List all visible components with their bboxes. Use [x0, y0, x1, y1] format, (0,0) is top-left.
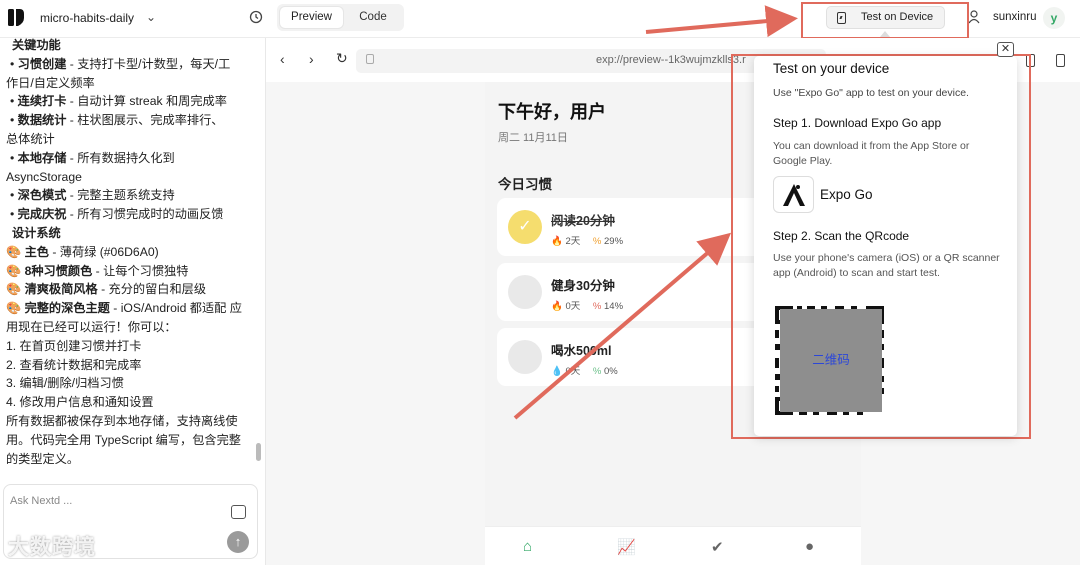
chat-line: 1. 在首页创建习惯并打卡 [6, 338, 142, 353]
chevron-down-icon[interactable]: ⌄ [146, 10, 156, 24]
app-tab-bar: ⌂ 📈 ✔ ● [485, 526, 861, 565]
tab-stats-icon[interactable]: 📈 [617, 538, 636, 556]
habit-streak: 0天 [565, 301, 581, 312]
step1-title: Step 1. Download Expo Go app [773, 116, 942, 130]
scrollbar[interactable] [256, 443, 261, 461]
project-name[interactable]: micro-habits-daily [40, 11, 134, 25]
habit-stats: 🔥 0天 % 14% [551, 298, 623, 312]
history-icon[interactable] [249, 10, 263, 24]
user-name[interactable]: sunxinru [993, 11, 1036, 23]
chat-line: • 本地存储 - 所有数据持久化到 [10, 150, 175, 165]
chat-line: 用现在已经可以运行！你可以： [6, 320, 177, 334]
chat-line: 4. 修改用户信息和通知设置 [6, 395, 154, 410]
reload-icon[interactable]: ↻ [336, 50, 348, 67]
chat-line: 作日/自定义频率 [6, 75, 95, 90]
tab-preview[interactable]: Preview [280, 7, 343, 28]
expo-go-icon[interactable] [773, 176, 814, 213]
chat-line: • 完成庆祝 - 所有习惯完成时的动画反馈 [10, 207, 224, 222]
percent-icon: % [592, 236, 602, 247]
flame-icon: 🔥 [551, 301, 563, 312]
step2-description: Use your phone's camera (iOS) or a QR sc… [773, 252, 1000, 279]
habit-streak: 2天 [565, 236, 581, 247]
habit-card[interactable]: ✓ 阅读20分钟 🔥 2天 % 29% [497, 198, 767, 256]
percent-icon: % [592, 301, 602, 312]
watermark: 大数跨境 [8, 536, 96, 559]
chat-line: 关键功能 [12, 38, 61, 52]
back-arrow-icon[interactable]: ‹ [280, 51, 285, 67]
chat-line: • 习惯创建 - 支持打卡型/计数型，每天/工 [10, 56, 231, 71]
habit-name: 阅读20分钟 [551, 214, 615, 228]
send-button[interactable]: ↑ [227, 531, 249, 553]
url-text: exp://preview--1k3wujmzklls3.r [596, 54, 746, 66]
chat-line: 🎨 清爽极简风格 - 充分的留白和层级 [6, 282, 207, 297]
qr-placeholder-label: 二维码 [780, 309, 882, 412]
popup-subtitle: Use "Expo Go" app to test on your device… [773, 87, 969, 99]
habit-streak: 0天 [565, 366, 581, 377]
chat-line: 🎨 主色 - 薄荷绿 (#06D6A0) [6, 244, 159, 259]
expo-go-name[interactable]: Expo Go [820, 187, 873, 202]
habit-name: 健身30分钟 [551, 279, 615, 293]
chat-line: 3. 编辑/删除/归档习惯 [6, 376, 124, 391]
habit-check-circle[interactable] [508, 340, 542, 374]
tab-check-icon[interactable]: ✔ [711, 538, 724, 556]
section-title: 今日习惯 [498, 177, 552, 192]
tab-home-icon[interactable]: ⌂ [523, 538, 532, 555]
tab-code[interactable]: Code [349, 7, 397, 28]
annotation-highlight-box [801, 2, 969, 39]
habit-stats: 💧 0天 % 0% [551, 363, 618, 377]
habit-rate: 0% [604, 366, 618, 377]
chat-line: 2. 查看统计数据和完成率 [6, 357, 142, 372]
chat-line: 所有数据都被保存到本地存储，支持离线使 [6, 414, 238, 428]
check-icon[interactable]: ✓ [508, 210, 542, 244]
chat-line: 🎨 完整的深色主题 - iOS/Android 都适配 应 [6, 301, 242, 316]
qr-code: 二维码 [773, 304, 886, 417]
popup-title: Test on your device [773, 61, 890, 76]
chat-line: • 连续打卡 - 自动计算 streak 和周完成率 [10, 94, 227, 109]
chat-input-placeholder: Ask Nextd ... [10, 495, 73, 507]
chat-line: 用。代码完全用 TypeScript 编写，包含完整 [6, 432, 241, 447]
tab-profile-icon[interactable]: ● [805, 538, 814, 555]
forward-arrow-icon[interactable]: › [309, 51, 314, 67]
chat-line: • 数据统计 - 柱状图展示、完成率排行、 [10, 113, 224, 128]
chat-line: AsyncStorage [6, 169, 82, 184]
date-label: 周二 11月11日 [498, 132, 568, 144]
chat-line: 设计系统 [12, 226, 61, 240]
habit-rate: 29% [604, 236, 624, 247]
greeting: 下午好，用户 [498, 102, 606, 122]
percent-icon: % [592, 366, 602, 377]
droplet-icon: 💧 [551, 366, 563, 377]
avatar[interactable]: y [1043, 7, 1065, 29]
chat-line: 的类型定义。 [6, 451, 80, 466]
habit-rate: 14% [604, 301, 624, 312]
phone-device-icon[interactable] [1056, 54, 1065, 67]
test-device-popup: Test on your device Use "Expo Go" app to… [754, 56, 1017, 436]
habit-stats: 🔥 2天 % 29% [551, 233, 623, 247]
habit-card[interactable]: 喝水500ml 💧 0天 % 0% [497, 328, 767, 386]
chat-line: • 深色模式 - 完整主题系统支持 [10, 188, 175, 203]
chat-pane: 关键功能 • 习惯创建 - 支持打卡型/计数型，每天/工作日/自定义频率 • 连续打… [0, 38, 266, 565]
user-icon [968, 10, 980, 24]
chat-line: 总体统计 [6, 132, 55, 146]
view-toggle: Preview Code [277, 4, 404, 31]
flame-icon: 🔥 [551, 236, 563, 247]
chat-message-content: 关键功能 • 习惯创建 - 支持打卡型/计数型，每天/工作日/自定义频率 • 连续打… [0, 38, 256, 478]
step2-title: Step 2. Scan the QRcode [773, 229, 910, 243]
habit-check-circle[interactable] [508, 275, 542, 309]
chat-line: 🎨 8种习惯颜色 - 让每个习惯独特 [6, 263, 189, 278]
expo-logo-icon [783, 184, 805, 206]
habit-name: 喝水500ml [551, 344, 612, 358]
app-logo-icon [8, 9, 24, 26]
image-upload-icon[interactable] [231, 505, 246, 519]
lock-icon [366, 54, 374, 64]
step1-description: You can download it from the App Store o… [773, 140, 970, 167]
close-icon[interactable]: ✕ [997, 42, 1014, 57]
habit-card[interactable]: 健身30分钟 🔥 0天 % 14% [497, 263, 767, 321]
